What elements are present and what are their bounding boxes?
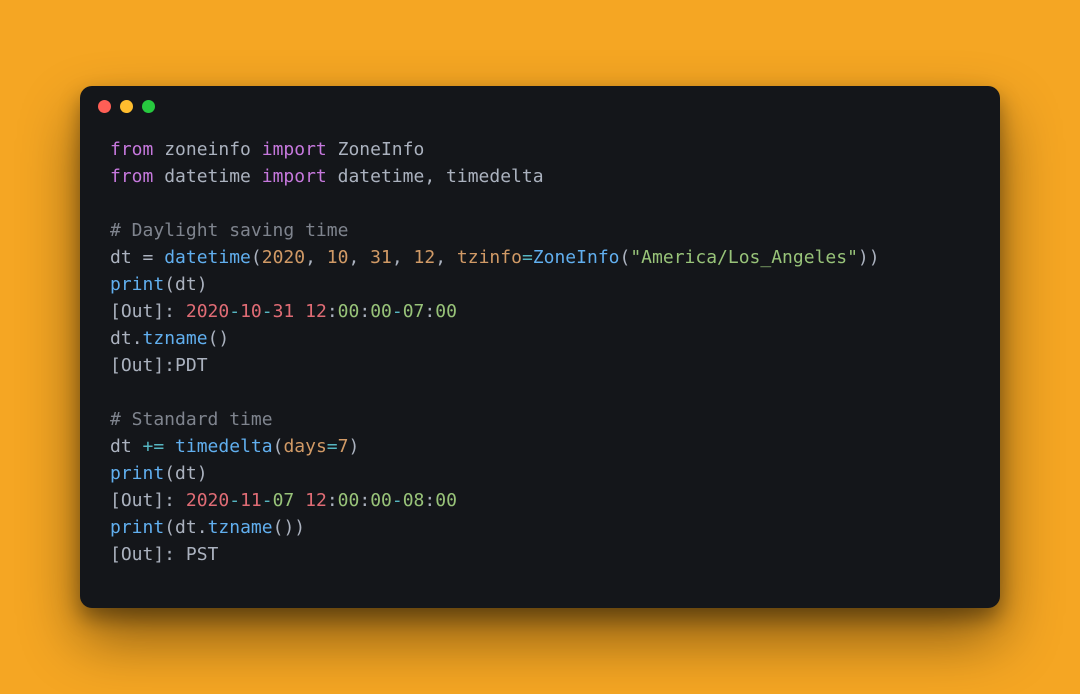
meth-tzname: tzname	[208, 517, 273, 538]
mod-datetime: datetime	[164, 166, 251, 187]
call-datetime: datetime	[164, 247, 251, 268]
num-12: 12	[414, 247, 436, 268]
out-pst: PST	[186, 544, 219, 565]
out-label: [Out]:	[110, 355, 175, 376]
stage: from zoneinfo import ZoneInfo from datet…	[0, 0, 1080, 694]
code-block: from zoneinfo import ZoneInfo from datet…	[80, 126, 1000, 608]
out-label: [Out]:	[110, 544, 186, 565]
call-timedelta: timedelta	[175, 436, 273, 457]
arg-dt: dt	[175, 463, 197, 484]
kw-import: import	[262, 166, 327, 187]
code-line-2: from datetime import datetime, timedelta	[110, 166, 544, 187]
obj-dt: dt	[175, 517, 197, 538]
comment-dst: # Daylight saving time	[110, 220, 348, 241]
eq: =	[522, 247, 533, 268]
out-label: [Out]:	[110, 301, 186, 322]
num-7: 7	[338, 436, 349, 457]
var-dt: dt	[110, 247, 132, 268]
code-line-5: dt = datetime(2020, 10, 31, 12, tzinfo=Z…	[110, 247, 880, 268]
kwarg-days: days	[283, 436, 326, 457]
num-10: 10	[327, 247, 349, 268]
comma: ,	[424, 166, 446, 187]
code-line-8: dt.tzname()	[110, 328, 229, 349]
kw-import: import	[262, 139, 327, 160]
mod-zoneinfo: zoneinfo	[164, 139, 251, 160]
lparen: (	[251, 247, 262, 268]
call-print: print	[110, 517, 164, 538]
assign: =	[132, 247, 165, 268]
call-zoneinfo: ZoneInfo	[533, 247, 620, 268]
str-tz: "America/Los_Angeles"	[630, 247, 858, 268]
call-print: print	[110, 463, 164, 484]
meth-tzname: tzname	[143, 328, 208, 349]
num-31: 31	[370, 247, 392, 268]
name-zoneinfo: ZoneInfo	[338, 139, 425, 160]
code-line-6: print(dt)	[110, 274, 208, 295]
obj-dt: dt	[110, 328, 132, 349]
out-pdt: PDT	[175, 355, 208, 376]
kw-from: from	[110, 139, 153, 160]
comment-standard: # Standard time	[110, 409, 273, 430]
op-plus-eq: +=	[132, 436, 175, 457]
name-datetime: datetime	[338, 166, 425, 187]
num-2020: 2020	[262, 247, 305, 268]
code-line-7-out: [Out]: 2020-10-31 12:00:00-07:00	[110, 301, 457, 322]
window-close-icon[interactable]	[98, 100, 111, 113]
window-zoom-icon[interactable]	[142, 100, 155, 113]
kw-from: from	[110, 166, 153, 187]
code-window: from zoneinfo import ZoneInfo from datet…	[80, 86, 1000, 608]
arg-dt: dt	[175, 274, 197, 295]
code-line-14-out: [Out]: 2020-11-07 12:00:00-08:00	[110, 490, 457, 511]
code-line-13: print(dt)	[110, 463, 208, 484]
code-line-15: print(dt.tzname())	[110, 517, 305, 538]
code-line-9-out: [Out]:PDT	[110, 355, 208, 376]
name-timedelta: timedelta	[446, 166, 544, 187]
code-line-12: dt += timedelta(days=7)	[110, 436, 359, 457]
out-label: [Out]:	[110, 490, 186, 511]
code-line-1: from zoneinfo import ZoneInfo	[110, 139, 424, 160]
var-dt: dt	[110, 436, 132, 457]
kwarg-tzinfo: tzinfo	[457, 247, 522, 268]
call-print: print	[110, 274, 164, 295]
code-line-16-out: [Out]: PST	[110, 544, 218, 565]
window-titlebar	[80, 86, 1000, 126]
window-minimize-icon[interactable]	[120, 100, 133, 113]
